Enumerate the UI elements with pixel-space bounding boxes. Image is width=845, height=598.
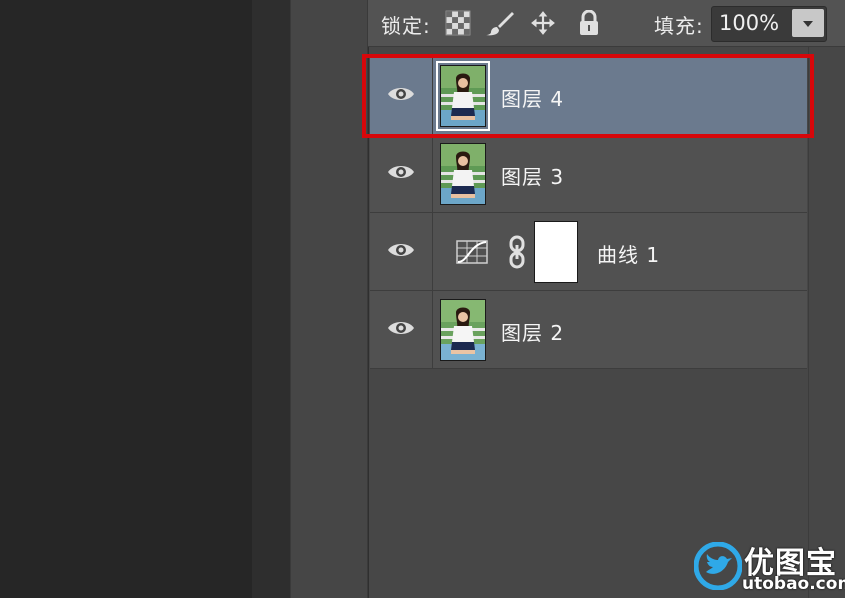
fill-dropdown-arrow-icon[interactable] bbox=[792, 9, 824, 37]
mask-link-chain-icon[interactable] bbox=[507, 235, 527, 269]
eye-icon[interactable] bbox=[387, 319, 415, 337]
lock-all-icon[interactable] bbox=[576, 10, 602, 36]
canvas-scroll-area bbox=[252, 0, 290, 598]
layer-row-curves-1[interactable]: 曲线 1 bbox=[370, 213, 807, 291]
layer-name[interactable]: 图层 2 bbox=[501, 317, 564, 346]
visibility-toggle[interactable] bbox=[370, 291, 433, 368]
fill-label: 填充: bbox=[654, 14, 704, 38]
photo-thumbnail-icon bbox=[441, 144, 485, 204]
layer-mask-thumbnail[interactable] bbox=[534, 221, 578, 283]
curves-adjustment-icon[interactable] bbox=[456, 240, 488, 264]
fill-opacity-value[interactable]: 100% bbox=[719, 11, 779, 35]
photo-thumbnail-icon bbox=[441, 300, 485, 360]
visibility-toggle[interactable] bbox=[370, 213, 433, 290]
watermark-url: utobao.com bbox=[742, 574, 845, 594]
eye-icon[interactable] bbox=[387, 163, 415, 181]
panel-dock-strip bbox=[290, 0, 368, 598]
layer-name[interactable]: 图层 3 bbox=[501, 161, 564, 190]
fill-opacity-field[interactable]: 100% bbox=[711, 6, 827, 42]
highlight-annotation-box bbox=[362, 54, 814, 138]
layer-name[interactable]: 曲线 1 bbox=[597, 239, 660, 268]
layer-row-layer-2[interactable]: 图层 2 bbox=[370, 291, 807, 369]
watermark-logo: 优图宝 utobao.com bbox=[694, 538, 845, 596]
visibility-toggle[interactable] bbox=[370, 135, 433, 212]
canvas-area bbox=[0, 0, 252, 598]
layer-row-layer-3[interactable]: 图层 3 bbox=[370, 135, 807, 213]
lock-transparent-pixels-icon[interactable] bbox=[445, 10, 471, 36]
lock-image-pixels-icon[interactable] bbox=[485, 10, 515, 36]
lock-position-icon[interactable] bbox=[530, 10, 556, 36]
layer-thumbnail[interactable] bbox=[440, 299, 486, 361]
eye-icon[interactable] bbox=[387, 241, 415, 259]
twitter-bird-logo-icon bbox=[694, 542, 742, 590]
layer-thumbnail[interactable] bbox=[440, 143, 486, 205]
lock-label: 锁定: bbox=[381, 14, 431, 38]
layers-lock-toolbar: 锁定: 填充: 100% bbox=[368, 0, 845, 47]
